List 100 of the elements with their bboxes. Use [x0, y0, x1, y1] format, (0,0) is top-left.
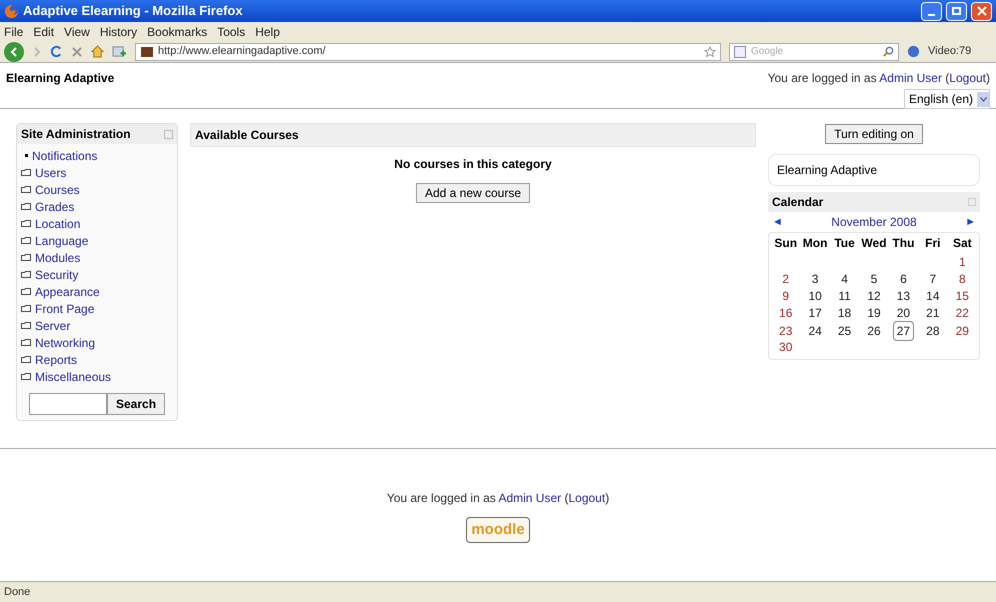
admin-link[interactable]: Miscellaneous — [35, 368, 112, 386]
search-engine-icon[interactable] — [734, 46, 747, 58]
stop-icon[interactable] — [71, 46, 83, 58]
admin-link[interactable]: Notifications — [32, 146, 98, 164]
calendar-day[interactable]: 24 — [805, 322, 825, 340]
calendar-day[interactable]: 5 — [868, 270, 880, 288]
status-text: Done — [4, 584, 30, 600]
previous-month-link[interactable]: ◄ — [772, 214, 783, 230]
user-link[interactable]: Admin User — [498, 491, 562, 505]
menu-item[interactable]: Tools — [217, 22, 246, 40]
star-icon[interactable] — [704, 46, 716, 58]
logout-link[interactable]: Logout — [949, 71, 986, 85]
bullet-icon — [25, 154, 28, 157]
search-button[interactable]: Search — [107, 393, 166, 415]
calendar-day[interactable]: 16 — [776, 304, 796, 322]
weekday-header: Wed — [860, 235, 888, 252]
calendar-day[interactable]: 7 — [926, 270, 940, 288]
caret-icon — [980, 96, 986, 102]
calendar-day[interactable]: 9 — [779, 287, 792, 305]
menu-item[interactable]: History — [100, 22, 138, 40]
search-icon[interactable] — [883, 46, 894, 57]
address-field[interactable]: http://www.elearningadaptive.com/ — [135, 42, 721, 60]
language-select[interactable]: English (en) — [904, 89, 990, 109]
calendar-day[interactable]: 11 — [835, 287, 854, 305]
admin-search-field[interactable] — [29, 393, 107, 415]
site-block-text: Elearning Adaptive — [777, 162, 878, 179]
calendar-day[interactable]: 3 — [808, 270, 822, 288]
admin-link[interactable]: Language — [35, 232, 88, 250]
menu-item[interactable]: File — [4, 22, 24, 40]
calendar-day[interactable]: 15 — [952, 287, 972, 305]
calendar-day[interactable]: 25 — [834, 322, 854, 340]
browser-logo-icon — [4, 4, 19, 18]
admin-link[interactable]: Courses — [35, 180, 80, 198]
minimize-button[interactable] — [921, 2, 942, 20]
calendar-day[interactable]: 27 — [892, 321, 914, 341]
menu-item[interactable]: Help — [255, 22, 280, 40]
month-title: November 2008 — [831, 214, 917, 231]
editing-button[interactable]: Turn editing on — [825, 124, 923, 144]
site-name: Elearning Adaptive — [6, 70, 114, 87]
site-icon — [140, 46, 154, 58]
admin-link[interactable]: Security — [35, 266, 78, 284]
calendar-day[interactable]: 8 — [956, 270, 969, 288]
close-icon — [976, 6, 986, 16]
admin-link[interactable]: Networking — [35, 334, 96, 352]
section-title: Available Courses — [195, 127, 299, 144]
close-button[interactable] — [971, 2, 992, 20]
next-month-link[interactable]: ► — [965, 214, 976, 230]
calendar-day[interactable]: 28 — [923, 322, 943, 340]
calendar-day[interactable]: 6 — [897, 270, 910, 288]
weekday-header: Fri — [924, 235, 942, 252]
block-title: Site Administration — [21, 126, 131, 143]
empty-message: No courses in this category — [394, 156, 552, 173]
bookmark-add-icon[interactable] — [112, 45, 127, 58]
weekday-header: Tue — [833, 235, 856, 252]
menu-item[interactable]: Edit — [33, 22, 54, 40]
calendar-day[interactable]: 2 — [779, 270, 792, 288]
calendar-day[interactable]: 18 — [834, 304, 854, 322]
calendar-day[interactable]: 17 — [805, 304, 825, 322]
video-label[interactable]: Video:79 — [928, 43, 972, 60]
weekday-header: Thu — [891, 235, 916, 252]
admin-link[interactable]: Appearance — [35, 282, 100, 300]
calendar-day[interactable]: 20 — [894, 304, 914, 322]
calendar-day[interactable]: 1 — [956, 253, 969, 271]
calendar-day[interactable]: 26 — [864, 322, 884, 340]
calendar-day[interactable]: 10 — [805, 287, 825, 305]
admin-link[interactable]: Front Page — [35, 300, 94, 318]
back-button[interactable] — [4, 42, 24, 62]
weekday-header: Mon — [802, 235, 828, 252]
home-icon[interactable] — [91, 45, 104, 58]
user-link[interactable]: Admin User — [879, 71, 942, 85]
menu-item[interactable]: Bookmarks — [147, 22, 208, 40]
calendar-day[interactable]: 29 — [952, 322, 972, 340]
calendar-day[interactable]: 19 — [864, 304, 884, 322]
calendar-day[interactable]: 13 — [894, 287, 914, 305]
restore-button[interactable] — [946, 2, 967, 20]
search-field[interactable]: Google — [729, 42, 899, 60]
admin-link[interactable]: Grades — [35, 198, 74, 216]
admin-link[interactable]: Location — [35, 214, 80, 232]
calendar-day[interactable]: 12 — [864, 287, 884, 305]
admin-link[interactable]: Reports — [35, 350, 78, 368]
calendar-day[interactable]: 23 — [776, 322, 796, 340]
url-text: http://www.elearningadaptive.com/ — [158, 44, 327, 60]
logout-link[interactable]: Logout — [568, 491, 606, 505]
calendar-day[interactable]: 30 — [776, 338, 796, 356]
add-course-button[interactable]: Add a new course — [416, 183, 530, 203]
window-title: Adaptive Elearning - Mozilla Firefox — [23, 2, 244, 20]
calendar-day[interactable]: 14 — [923, 287, 943, 305]
weekday-header: Sun — [773, 235, 798, 252]
admin-link[interactable]: Users — [35, 164, 66, 182]
admin-link[interactable]: Server — [35, 316, 70, 334]
search-input[interactable]: Google — [751, 44, 879, 59]
login-status-text: You are logged in as Admin User (Logout) — [768, 70, 990, 87]
admin-link[interactable]: Modules — [35, 248, 80, 266]
calendar-day[interactable]: 22 — [952, 304, 972, 322]
weekday-header: Sat — [952, 235, 973, 252]
menu-item[interactable]: View — [64, 22, 90, 40]
calendar-day[interactable]: 4 — [838, 270, 851, 288]
reload-icon[interactable] — [50, 45, 63, 58]
block-title: Calendar — [772, 194, 824, 211]
calendar-day[interactable]: 21 — [923, 304, 943, 322]
